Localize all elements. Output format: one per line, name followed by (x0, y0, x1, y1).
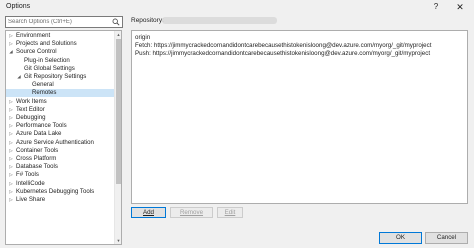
tree-item[interactable]: ◢ Git Repository Settings (6, 73, 114, 81)
tree-item[interactable]: ▷ IntelliCode (6, 180, 114, 188)
tree-item[interactable]: ▷ Debugging (6, 114, 114, 122)
scroll-up-icon[interactable]: ▲ (115, 31, 121, 38)
expand-chevron-icon[interactable]: ▷ (8, 32, 14, 40)
tree-item-label: Work Items (16, 97, 47, 105)
tree-item[interactable]: ▷ Text Editor (6, 106, 114, 114)
tree-item[interactable]: ▷ Work Items (6, 98, 114, 106)
search-icon[interactable] (112, 18, 120, 26)
expand-chevron-icon[interactable]: ▷ (8, 40, 14, 48)
tree-item-label: Debugging (16, 114, 46, 121)
tree-item-label: Text Editor (16, 105, 45, 113)
tree-item-label: IntelliCode (16, 179, 45, 187)
tree-item-label: Live Share (16, 196, 46, 203)
scroll-down-icon[interactable]: ▼ (115, 237, 121, 244)
tree-item[interactable]: General (6, 81, 114, 89)
collapse-chevron-icon[interactable]: ◢ (8, 48, 14, 56)
expand-chevron-icon[interactable]: ▷ (8, 147, 14, 155)
remote-name: origin (135, 34, 151, 41)
tree-item[interactable]: ▷ Cross Platform (6, 155, 114, 163)
tree-item-label: Source Control (16, 48, 57, 56)
tree-item[interactable]: ▷ Environment (6, 32, 114, 40)
remove-button[interactable]: Remove (170, 207, 213, 218)
tree-item[interactable]: ▷ Container Tools (6, 147, 114, 155)
tree-item[interactable]: ▷ Database Tools (6, 163, 114, 171)
tree-item[interactable]: ▷ Performance Tools (6, 122, 114, 130)
tree-item-label: Cross Platform (16, 155, 57, 162)
tree-item-label: Performance Tools (16, 122, 67, 130)
tree-item-label: F# Tools (16, 171, 39, 179)
search-box (5, 16, 123, 28)
title-bar: Options ? ✕ (0, 0, 474, 14)
expand-chevron-icon[interactable]: ▷ (8, 196, 14, 204)
expand-chevron-icon[interactable]: ▷ (8, 188, 14, 196)
expand-chevron-icon[interactable]: ▷ (8, 163, 14, 171)
tree-item-label: Remotes (32, 89, 57, 97)
search-input[interactable] (6, 17, 110, 27)
tree-item[interactable]: ▷ Azure Service Authentication (6, 139, 114, 147)
expand-chevron-icon[interactable]: ▷ (8, 139, 14, 147)
remote-fetch-url: Fetch: https://jimmycrackedcornandidontc… (135, 42, 432, 49)
expand-chevron-icon[interactable]: ▷ (8, 122, 14, 130)
close-button[interactable]: ✕ (452, 1, 468, 13)
expand-chevron-icon[interactable]: ▷ (8, 155, 14, 163)
tree-item[interactable]: ▷ Projects and Solutions (6, 40, 114, 48)
repository-label: Repository: (131, 17, 164, 24)
cancel-button[interactable]: Cancel (425, 232, 468, 244)
tree-item[interactable]: ▷ Azure Data Lake (6, 130, 114, 138)
tree-item-label: Environment (16, 32, 51, 39)
help-button[interactable]: ? (428, 1, 444, 13)
tree-item-label: Kubernetes Debugging Tools (16, 187, 95, 195)
remote-push-url: Push: https://jimmycrackedcornandidontca… (135, 50, 431, 57)
tree-item[interactable]: ▷ F# Tools (6, 171, 114, 179)
expand-chevron-icon[interactable]: ▷ (8, 130, 14, 138)
tree-item-label: Database Tools (16, 163, 58, 171)
expand-chevron-icon[interactable]: ▷ (8, 106, 14, 114)
tree-item-label: Azure Service Authentication (16, 138, 94, 146)
add-button[interactable]: Add (131, 207, 166, 218)
tree-item-label: Container Tools (16, 146, 59, 154)
expand-chevron-icon[interactable]: ▷ (8, 114, 14, 122)
expand-chevron-icon[interactable]: ▷ (8, 171, 14, 179)
tree-item[interactable]: Git Global Settings (6, 65, 114, 73)
tree-item-label: Projects and Solutions (16, 40, 77, 48)
tree-item[interactable]: Remotes (6, 89, 114, 98)
tree-item-label: Git Repository Settings (24, 73, 87, 80)
tree-item[interactable]: ◢ Source Control (6, 48, 114, 56)
tree-scroll-thumb[interactable] (116, 39, 121, 184)
tree-item-label: Git Global Settings (24, 64, 75, 72)
options-tree: ▷ Environment ▷ Projects and Solutions ◢ Sour… (5, 30, 122, 245)
ok-button[interactable]: OK (379, 232, 422, 244)
collapse-chevron-icon[interactable]: ◢ (16, 73, 22, 81)
tree-scrollbar[interactable]: ▲ ▼ (114, 31, 121, 244)
tree-item-label: Plug-in Selection (24, 56, 70, 64)
remotes-list[interactable]: origin Fetch: https://jimmycrackedcornan… (131, 30, 468, 204)
tree-item-label: Azure Data Lake (16, 130, 62, 138)
edit-button[interactable]: Edit (217, 207, 243, 218)
tree-item[interactable]: ▷ Live Share (6, 196, 114, 204)
tree-item-label: General (32, 81, 54, 89)
repository-path-redacted (162, 17, 277, 24)
window-title: Options (6, 3, 31, 10)
expand-chevron-icon[interactable]: ▷ (8, 98, 14, 106)
tree-item[interactable]: Plug-in Selection (6, 57, 114, 65)
tree-item[interactable]: ▷ Kubernetes Debugging Tools (6, 188, 114, 196)
expand-chevron-icon[interactable]: ▷ (8, 180, 14, 188)
